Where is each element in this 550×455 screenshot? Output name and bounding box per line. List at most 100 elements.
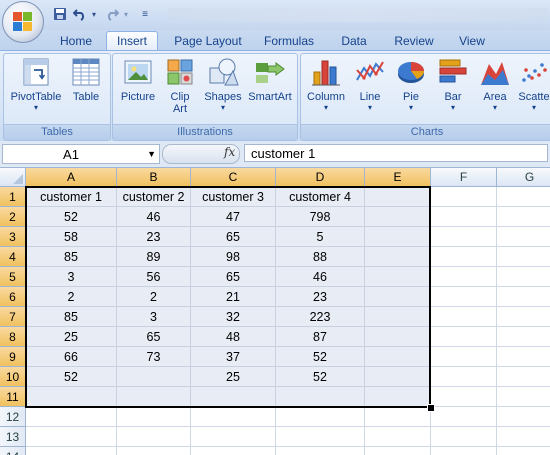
cell-d7[interactable]: 223 bbox=[276, 307, 365, 327]
cell-a6[interactable]: 2 bbox=[26, 287, 117, 307]
pie-chart-button[interactable]: Pie ▾ bbox=[391, 56, 431, 113]
cell-d11[interactable] bbox=[276, 387, 365, 407]
tab-page-layout[interactable]: Page Layout bbox=[168, 32, 248, 50]
cell-f4[interactable] bbox=[431, 247, 497, 267]
cell-g10[interactable] bbox=[497, 367, 550, 387]
cell-f2[interactable] bbox=[431, 207, 497, 227]
cell-f6[interactable] bbox=[431, 287, 497, 307]
select-all-button[interactable] bbox=[0, 168, 26, 187]
tab-data[interactable]: Data bbox=[334, 32, 374, 50]
fill-handle[interactable] bbox=[427, 404, 435, 412]
cell-b9[interactable]: 73 bbox=[117, 347, 191, 367]
row-header-5[interactable]: 5 bbox=[0, 267, 26, 287]
row-header-4[interactable]: 4 bbox=[0, 247, 26, 267]
cell-f1[interactable] bbox=[431, 187, 497, 207]
column-header-e[interactable]: E bbox=[365, 168, 431, 187]
column-header-d[interactable]: D bbox=[276, 168, 365, 187]
cell-a12[interactable] bbox=[26, 407, 117, 427]
cell-g4[interactable] bbox=[497, 247, 550, 267]
cell-e11[interactable] bbox=[365, 387, 431, 407]
cell-b1[interactable]: customer 2 bbox=[117, 187, 191, 207]
cell-e2[interactable] bbox=[365, 207, 431, 227]
picture-button[interactable]: Picture bbox=[117, 56, 159, 103]
cell-f10[interactable] bbox=[431, 367, 497, 387]
cell-g14[interactable] bbox=[497, 447, 550, 455]
cell-d4[interactable]: 88 bbox=[276, 247, 365, 267]
cell-b12[interactable] bbox=[117, 407, 191, 427]
cell-e1[interactable] bbox=[365, 187, 431, 207]
row-header-3[interactable]: 3 bbox=[0, 227, 26, 247]
cell-g1[interactable] bbox=[497, 187, 550, 207]
pivottable-button[interactable]: PivotTable ▾ bbox=[6, 56, 66, 113]
column-header-g[interactable]: G bbox=[497, 168, 550, 187]
cell-c13[interactable] bbox=[191, 427, 276, 447]
bar-chart-button[interactable]: Bar ▾ bbox=[433, 56, 473, 113]
undo-icon[interactable] bbox=[72, 6, 88, 22]
cell-a9[interactable]: 66 bbox=[26, 347, 117, 367]
area-chart-button[interactable]: Area ▾ bbox=[475, 56, 515, 113]
cell-d13[interactable] bbox=[276, 427, 365, 447]
cell-c1[interactable]: customer 3 bbox=[191, 187, 276, 207]
cell-a3[interactable]: 58 bbox=[26, 227, 117, 247]
name-box[interactable]: A1 ▼ bbox=[2, 144, 160, 164]
cell-f9[interactable] bbox=[431, 347, 497, 367]
column-chart-button[interactable]: Column ▾ bbox=[303, 56, 349, 113]
cell-b10[interactable] bbox=[117, 367, 191, 387]
cell-c8[interactable]: 48 bbox=[191, 327, 276, 347]
cell-d6[interactable]: 23 bbox=[276, 287, 365, 307]
cell-c10[interactable]: 25 bbox=[191, 367, 276, 387]
cell-c3[interactable]: 65 bbox=[191, 227, 276, 247]
cell-e4[interactable] bbox=[365, 247, 431, 267]
cell-a4[interactable]: 85 bbox=[26, 247, 117, 267]
cell-b14[interactable] bbox=[117, 447, 191, 455]
table-button[interactable]: Table bbox=[66, 56, 106, 103]
cell-a1[interactable]: customer 1 bbox=[26, 187, 117, 207]
redo-dropdown-icon[interactable]: ▾ bbox=[121, 6, 131, 22]
formula-input[interactable]: customer 1 bbox=[244, 144, 548, 162]
cell-g2[interactable] bbox=[497, 207, 550, 227]
cell-d14[interactable] bbox=[276, 447, 365, 455]
tab-review[interactable]: Review bbox=[388, 32, 440, 50]
tab-view[interactable]: View bbox=[452, 32, 492, 50]
cell-a11[interactable] bbox=[26, 387, 117, 407]
cell-g5[interactable] bbox=[497, 267, 550, 287]
cell-e5[interactable] bbox=[365, 267, 431, 287]
cell-c4[interactable]: 98 bbox=[191, 247, 276, 267]
cell-f7[interactable] bbox=[431, 307, 497, 327]
cell-b3[interactable]: 23 bbox=[117, 227, 191, 247]
row-header-12[interactable]: 12 bbox=[0, 407, 26, 427]
cell-g8[interactable] bbox=[497, 327, 550, 347]
cell-b2[interactable]: 46 bbox=[117, 207, 191, 227]
tab-formulas[interactable]: Formulas bbox=[258, 32, 320, 50]
cell-f13[interactable] bbox=[431, 427, 497, 447]
cell-g3[interactable] bbox=[497, 227, 550, 247]
cell-e13[interactable] bbox=[365, 427, 431, 447]
row-header-8[interactable]: 8 bbox=[0, 327, 26, 347]
cell-b8[interactable]: 65 bbox=[117, 327, 191, 347]
cell-d12[interactable] bbox=[276, 407, 365, 427]
cell-f8[interactable] bbox=[431, 327, 497, 347]
cell-g6[interactable] bbox=[497, 287, 550, 307]
cell-a8[interactable]: 25 bbox=[26, 327, 117, 347]
row-header-13[interactable]: 13 bbox=[0, 427, 26, 447]
cell-f14[interactable] bbox=[431, 447, 497, 455]
cell-c14[interactable] bbox=[191, 447, 276, 455]
cell-c12[interactable] bbox=[191, 407, 276, 427]
cell-d8[interactable]: 87 bbox=[276, 327, 365, 347]
cell-g13[interactable] bbox=[497, 427, 550, 447]
cell-e10[interactable] bbox=[365, 367, 431, 387]
customize-toolbar-icon[interactable]: ≡ bbox=[140, 6, 150, 22]
row-header-14[interactable]: 14 bbox=[0, 447, 26, 455]
cell-a14[interactable] bbox=[26, 447, 117, 455]
cell-e12[interactable] bbox=[365, 407, 431, 427]
cell-d3[interactable]: 5 bbox=[276, 227, 365, 247]
cell-a10[interactable]: 52 bbox=[26, 367, 117, 387]
cell-e3[interactable] bbox=[365, 227, 431, 247]
cell-e8[interactable] bbox=[365, 327, 431, 347]
cell-c11[interactable] bbox=[191, 387, 276, 407]
column-header-c[interactable]: C bbox=[191, 168, 276, 187]
redo-icon[interactable] bbox=[104, 6, 120, 22]
cell-f5[interactable] bbox=[431, 267, 497, 287]
cell-e14[interactable] bbox=[365, 447, 431, 455]
tab-insert[interactable]: Insert bbox=[106, 31, 158, 51]
